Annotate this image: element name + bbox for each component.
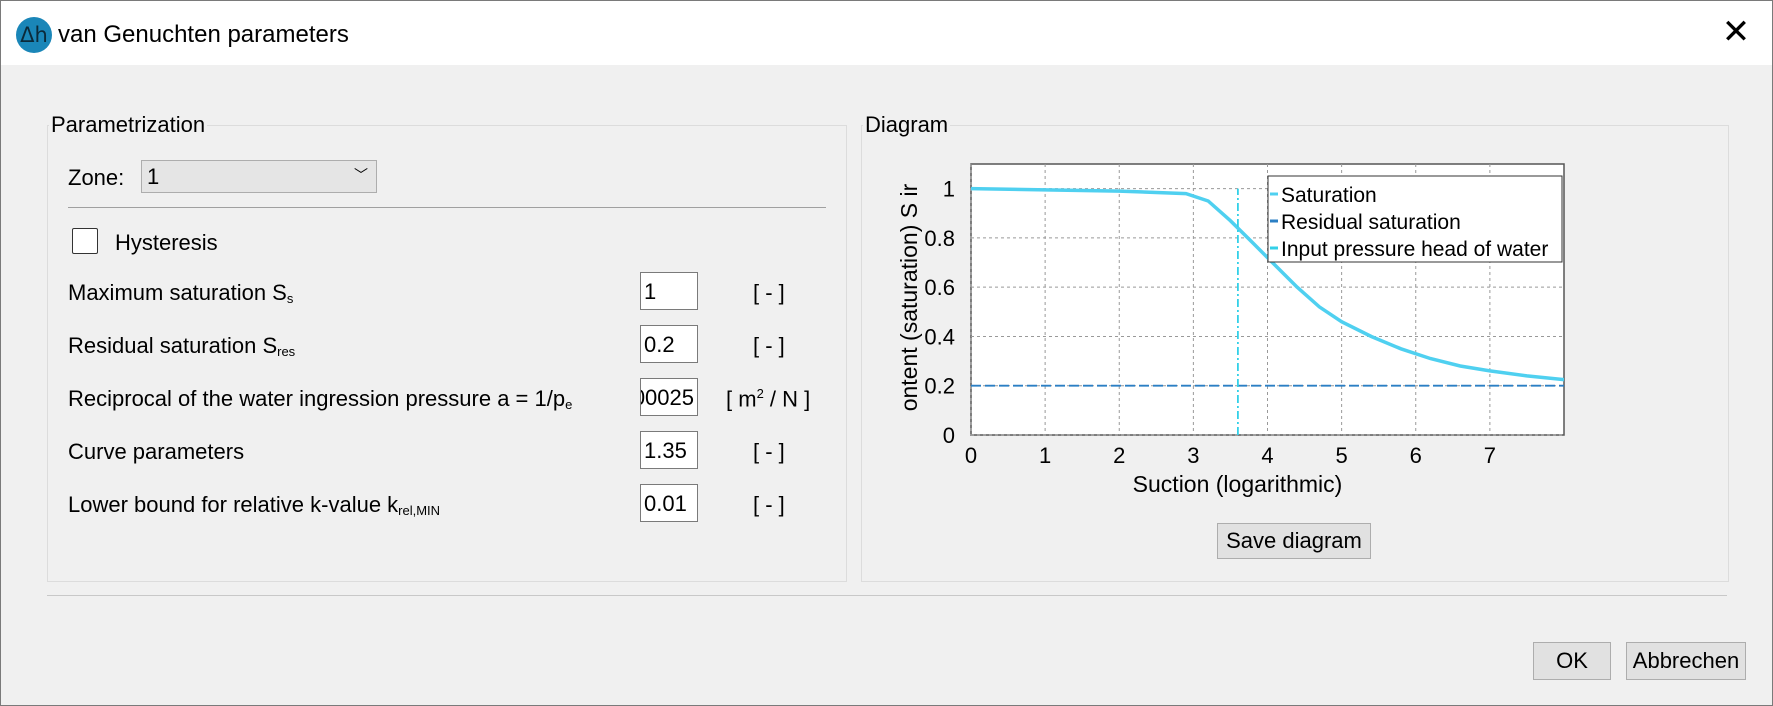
k-lower-bound-field[interactable]: 0.01 [640,484,698,522]
x-tick-label: 1 [1039,443,1051,468]
y-tick-label: 0.6 [924,275,955,300]
chevron-down-icon: ﹀ [354,168,368,184]
ingression-pressure-unit: [ m2 / N ] [726,386,811,412]
legend-label: Residual saturation [1281,211,1461,234]
x-tick-label: 5 [1336,443,1348,468]
zone-select[interactable]: 1 ﹀ [141,160,377,193]
y-tick-label: 0.4 [924,324,955,349]
zone-value: 1 [147,164,160,189]
cancel-button[interactable]: Abbrechen [1626,642,1746,680]
residual-saturation-label: Residual saturation Sres [68,333,296,359]
residual-saturation-unit: [ - ] [753,333,785,358]
parametrization-title: Parametrization [49,112,208,138]
saturation-chart: 0 1 2 3 4 5 6 7 0 0.2 0.4 0.6 0.8 1 Suction (logarithm… [896,163,1565,497]
title-bar: Δh van Genuchten parameters ✕ [1,1,1772,65]
legend-label: Saturation [1281,184,1377,207]
ingression-pressure-field[interactable]: 00025 [640,378,698,416]
x-tick-label: 4 [1261,443,1273,468]
max-saturation-unit: [ - ] [753,280,785,305]
x-axis-title: Suction (logarithmic) [1133,471,1343,497]
max-saturation-field[interactable]: 1 [640,272,698,310]
footer-separator [47,595,1727,596]
close-icon[interactable]: ✕ [1700,1,1772,65]
y-tick-label: 0.8 [924,226,955,251]
y-axis-title: ontent (saturation) S ir [896,183,922,411]
x-tick-label: 0 [965,443,977,468]
curve-parameters-field[interactable]: 1.35 [640,431,698,469]
max-saturation-label: Maximum saturation Ss [68,280,294,306]
x-tick-label: 6 [1410,443,1422,468]
curve-parameters-label: Curve parameters [68,439,245,464]
hysteresis-checkbox[interactable] [72,228,98,254]
hysteresis-label: Hysteresis [115,230,218,255]
ok-button[interactable]: OK [1533,642,1611,680]
save-diagram-button[interactable]: Save diagram [1217,523,1371,559]
diagram-title: Diagram [863,112,951,138]
legend-label: Input pressure head of water [1281,238,1548,261]
y-tick-label: 0 [943,423,955,448]
x-tick-label: 3 [1187,443,1199,468]
zone-separator [68,207,826,208]
residual-saturation-field[interactable]: 0.2 [640,325,698,363]
y-tick-label: 1 [943,177,955,202]
y-tick-label: 0.2 [924,374,955,399]
k-lower-bound-label: Lower bound for relative k-value krel,MI… [68,492,441,518]
dialog-window: Δh van Genuchten parameters ✕ Parametriz… [0,0,1773,706]
x-tick-label: 7 [1484,443,1496,468]
k-lower-bound-unit: [ - ] [753,492,785,517]
delta-h-icon: Δh [16,17,52,53]
window-title: van Genuchten parameters [58,21,349,48]
ingression-pressure-label: Reciprocal of the water ingression press… [68,386,573,412]
x-tick-label: 2 [1113,443,1125,468]
zone-label: Zone: [68,165,125,190]
curve-parameters-unit: [ - ] [753,439,785,464]
